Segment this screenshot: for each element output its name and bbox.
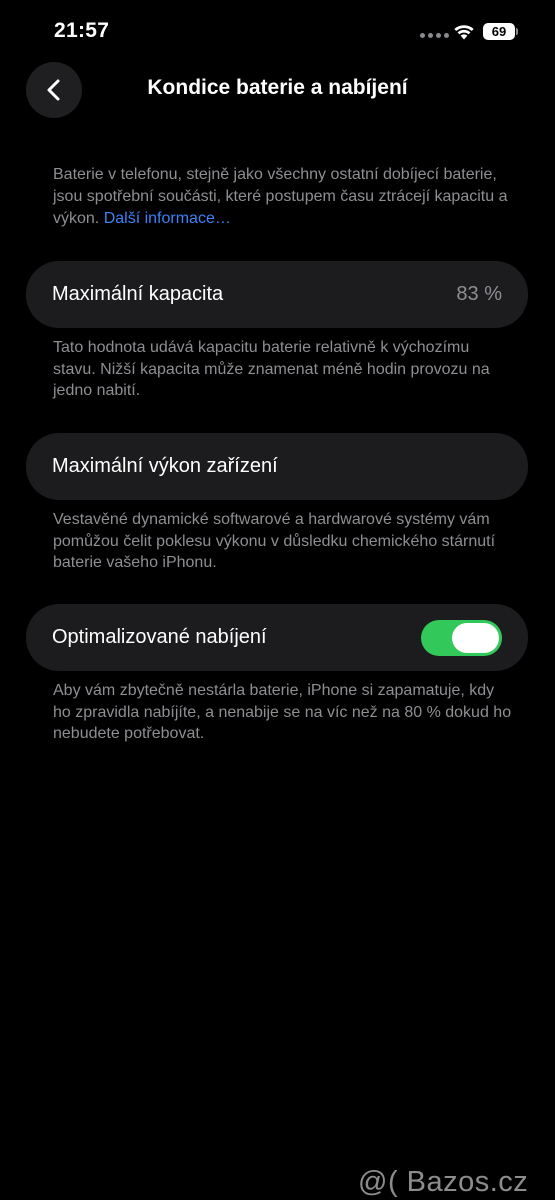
optimized-charging-note: Aby vám zbytečně nestárla baterie, iPhon… — [53, 682, 512, 742]
max-capacity-note: Tato hodnota udává kapacitu baterie rela… — [53, 339, 490, 399]
wifi-icon — [454, 25, 474, 40]
optimized-charging-toggle[interactable] — [421, 620, 502, 656]
optimized-charging-row: Optimalizované nabíjení — [26, 604, 528, 671]
battery-cap-icon — [516, 28, 518, 35]
status-time: 21:57 — [54, 19, 110, 42]
max-capacity-label: Maximální kapacita — [52, 283, 224, 305]
peak-performance-label: Maximální výkon zařízení — [52, 455, 278, 477]
cellular-signal-icon — [420, 33, 449, 38]
intro-text: Baterie v telefonu, stejně jako všechny … — [53, 164, 513, 230]
battery-level-badge: 69 — [483, 23, 515, 40]
page-title: Kondice baterie a nabíjení — [147, 76, 408, 99]
bazos-watermark: @( Bazos.cz — [358, 1166, 529, 1198]
peak-performance-row[interactable]: Maximální výkon zařízení — [26, 433, 528, 500]
toggle-knob — [452, 623, 499, 653]
learn-more-link[interactable]: Další informace… — [104, 210, 231, 227]
max-capacity-row: Maximální kapacita 83 % — [26, 261, 528, 328]
max-capacity-value: 83 % — [456, 283, 502, 305]
peak-performance-note: Vestavěné dynamické softwarové a hardwar… — [53, 511, 496, 571]
optimized-charging-label: Optimalizované nabíjení — [52, 626, 267, 648]
status-bar: 21:57 69 — [0, 0, 555, 60]
